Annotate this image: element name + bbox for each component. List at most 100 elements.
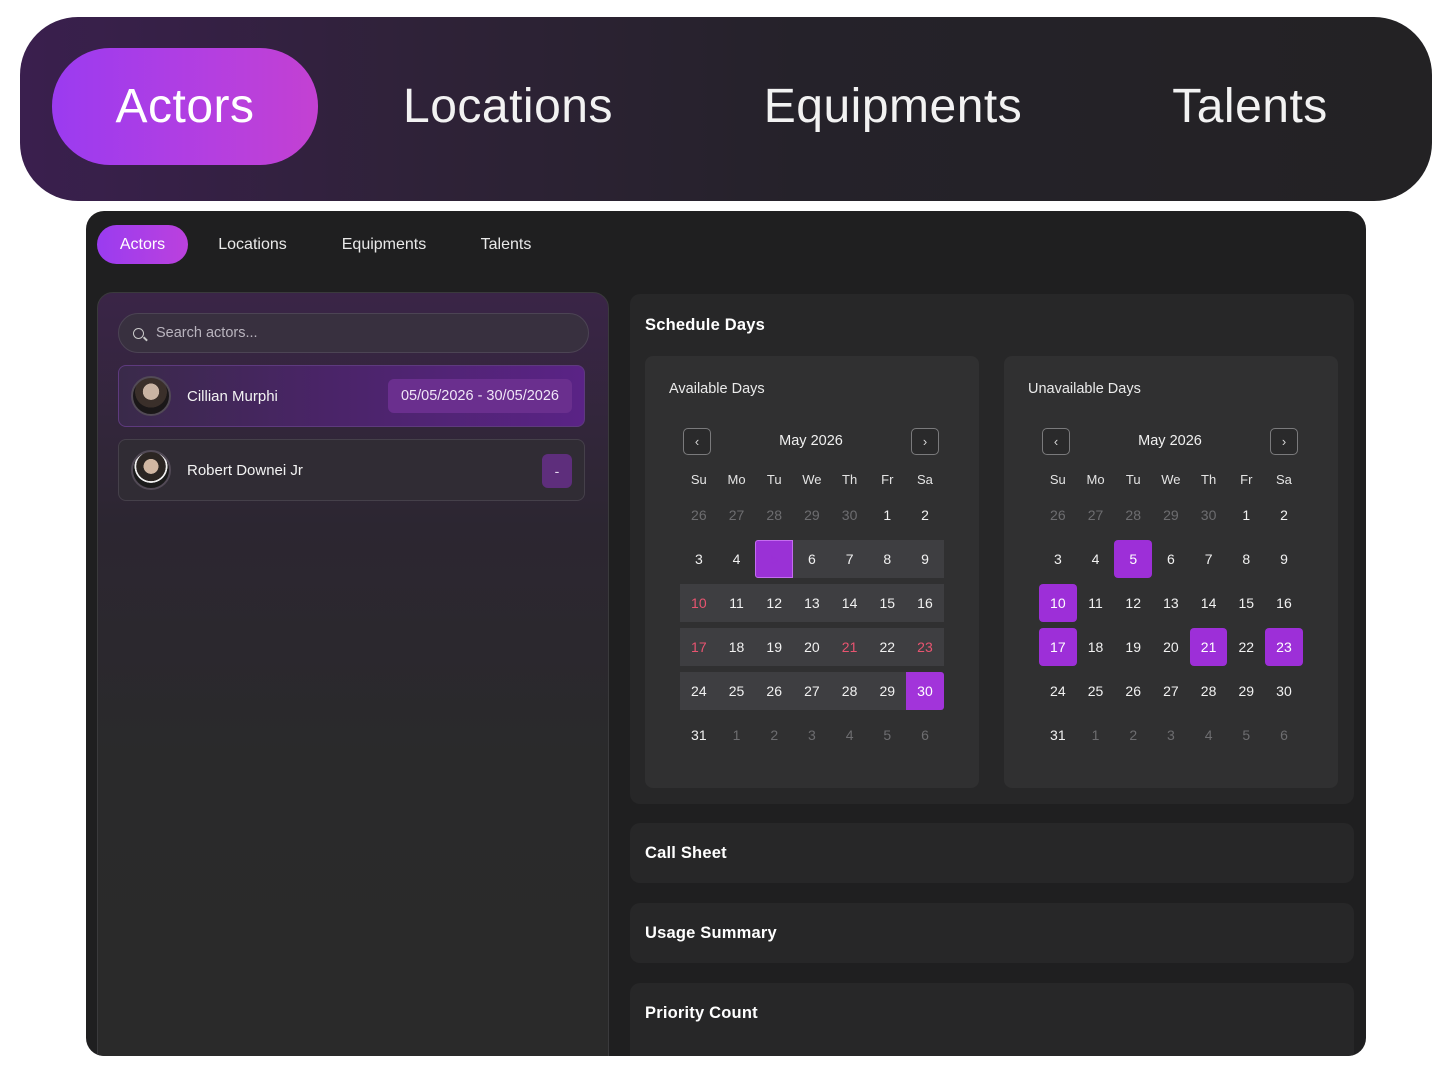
calendar-day[interactable]: 3 (680, 540, 718, 578)
calendar-day[interactable]: 24 (680, 672, 718, 710)
calendar-day[interactable]: 2 (755, 716, 793, 754)
calendar-day[interactable]: 28 (755, 496, 793, 534)
calendar-day[interactable]: 1 (718, 716, 756, 754)
calendar-day[interactable]: 26 (1114, 672, 1152, 710)
banner-tab-locations[interactable]: Locations (388, 48, 628, 165)
calendar-day[interactable]: 8 (1227, 540, 1265, 578)
calendar-day[interactable]: 11 (717, 584, 756, 622)
calendar-day[interactable]: 28 (1190, 672, 1228, 710)
calendar-day[interactable]: 3 (1039, 540, 1077, 578)
calendar-day[interactable]: 18 (717, 628, 756, 666)
calendar-day[interactable]: 6 (1152, 540, 1190, 578)
calendar-day[interactable]: 31 (680, 716, 718, 754)
calendar-day[interactable]: 7 (830, 540, 869, 578)
calendar-day[interactable]: 1 (1077, 716, 1115, 754)
actor-item[interactable]: Robert Downei Jr - (118, 439, 585, 501)
calendar-day[interactable]: 2 (1114, 716, 1152, 754)
calendar-day[interactable]: 29 (1227, 672, 1265, 710)
calendar-day[interactable]: 29 (1152, 496, 1190, 534)
calendar-day[interactable]: 14 (830, 584, 869, 622)
calendar-day[interactable]: 4 (831, 716, 869, 754)
calendar-day[interactable]: 22 (868, 628, 907, 666)
calendar-day[interactable]: 14 (1190, 584, 1228, 622)
calendar-day[interactable]: 27 (793, 672, 831, 710)
calendar-day[interactable]: 4 (718, 540, 756, 578)
calendar-day[interactable]: 6 (906, 716, 944, 754)
calendar-day[interactable]: 30 (1265, 672, 1303, 710)
chevron-right-icon[interactable]: › (1270, 427, 1298, 455)
calendar-day[interactable]: 31 (1039, 716, 1077, 754)
calendar-day[interactable]: 12 (1114, 584, 1152, 622)
calendar-day[interactable]: 16 (906, 584, 944, 622)
calendar-day[interactable]: 30 (906, 672, 944, 710)
calendar-day[interactable]: 23 (1265, 628, 1303, 666)
calendar-day[interactable]: 16 (1265, 584, 1303, 622)
calendar-day[interactable]: 26 (680, 496, 718, 534)
calendar-day[interactable]: 20 (1152, 628, 1190, 666)
tab-equipments[interactable]: Equipments (326, 225, 442, 264)
calendar-day[interactable]: 4 (1190, 716, 1228, 754)
priority-count-section[interactable]: Priority Count (630, 983, 1354, 1056)
calendar-day[interactable]: 5 (868, 716, 906, 754)
calendar-day[interactable]: 15 (868, 584, 907, 622)
calendar-day[interactable]: 29 (868, 672, 907, 710)
calendar-day[interactable]: 21 (830, 628, 869, 666)
calendar-day[interactable]: 2 (1265, 496, 1303, 534)
calendar-day[interactable]: 11 (1077, 584, 1115, 622)
calendar-day[interactable]: 20 (793, 628, 831, 666)
search-input[interactable] (156, 325, 576, 341)
calendar-day[interactable]: 27 (1152, 672, 1190, 710)
calendar-day[interactable]: 28 (830, 672, 869, 710)
banner-tab-equipments[interactable]: Equipments (748, 48, 1038, 165)
actor-item[interactable]: Cillian Murphi 05/05/2026 - 30/05/2026 (118, 365, 585, 427)
banner-tab-actors[interactable]: Actors (52, 48, 318, 165)
calendar-day[interactable]: 13 (1152, 584, 1190, 622)
calendar-day[interactable]: 17 (680, 628, 718, 666)
calendar-day[interactable]: 24 (1039, 672, 1077, 710)
calendar-day[interactable]: 9 (906, 540, 944, 578)
calendar-day[interactable]: 15 (1227, 584, 1265, 622)
calendar-day[interactable]: 5 (1227, 716, 1265, 754)
calendar-day[interactable]: 2 (906, 496, 944, 534)
calendar-day[interactable]: 19 (755, 628, 794, 666)
calendar-day[interactable]: 13 (793, 584, 831, 622)
chevron-right-icon[interactable]: › (911, 427, 939, 455)
banner-tab-talents[interactable]: Talents (1150, 48, 1350, 165)
chevron-left-icon[interactable]: ‹ (1042, 427, 1070, 455)
usage-summary-section[interactable]: Usage Summary (630, 903, 1354, 963)
calendar-day[interactable]: 5 (755, 540, 794, 578)
calendar-day[interactable]: 19 (1114, 628, 1152, 666)
calendar-day[interactable]: 18 (1077, 628, 1115, 666)
calendar-day[interactable]: 29 (793, 496, 831, 534)
calendar-day[interactable]: 25 (1077, 672, 1115, 710)
calendar-day[interactable]: 17 (1039, 628, 1077, 666)
tab-talents[interactable]: Talents (466, 225, 546, 264)
calendar-day[interactable]: 27 (1077, 496, 1115, 534)
calendar-day[interactable]: 9 (1265, 540, 1303, 578)
calendar-day[interactable]: 5 (1114, 540, 1153, 578)
calendar-day[interactable]: 1 (868, 496, 906, 534)
tab-actors[interactable]: Actors (97, 225, 188, 264)
calendar-day[interactable]: 6 (1265, 716, 1303, 754)
calendar-day[interactable]: 12 (755, 584, 794, 622)
calendar-day[interactable]: 30 (831, 496, 869, 534)
calendar-day[interactable]: 3 (1152, 716, 1190, 754)
tab-locations[interactable]: Locations (204, 225, 301, 264)
calendar-day[interactable]: 6 (793, 540, 831, 578)
calendar-day[interactable]: 28 (1114, 496, 1152, 534)
calendar-day[interactable]: 26 (1039, 496, 1077, 534)
calendar-day[interactable]: 21 (1189, 628, 1228, 666)
chevron-left-icon[interactable]: ‹ (683, 427, 711, 455)
call-sheet-section[interactable]: Call Sheet (630, 823, 1354, 883)
calendar-day[interactable]: 1 (1227, 496, 1265, 534)
calendar-day[interactable]: 4 (1077, 540, 1115, 578)
calendar-day[interactable]: 27 (718, 496, 756, 534)
calendar-day[interactable]: 23 (906, 628, 944, 666)
calendar-day[interactable]: 30 (1190, 496, 1228, 534)
calendar-day[interactable]: 22 (1227, 628, 1265, 666)
calendar-day[interactable]: 25 (717, 672, 756, 710)
calendar-day[interactable]: 10 (680, 584, 718, 622)
calendar-day[interactable]: 8 (868, 540, 907, 578)
calendar-day[interactable]: 3 (793, 716, 831, 754)
calendar-day[interactable]: 7 (1190, 540, 1228, 578)
